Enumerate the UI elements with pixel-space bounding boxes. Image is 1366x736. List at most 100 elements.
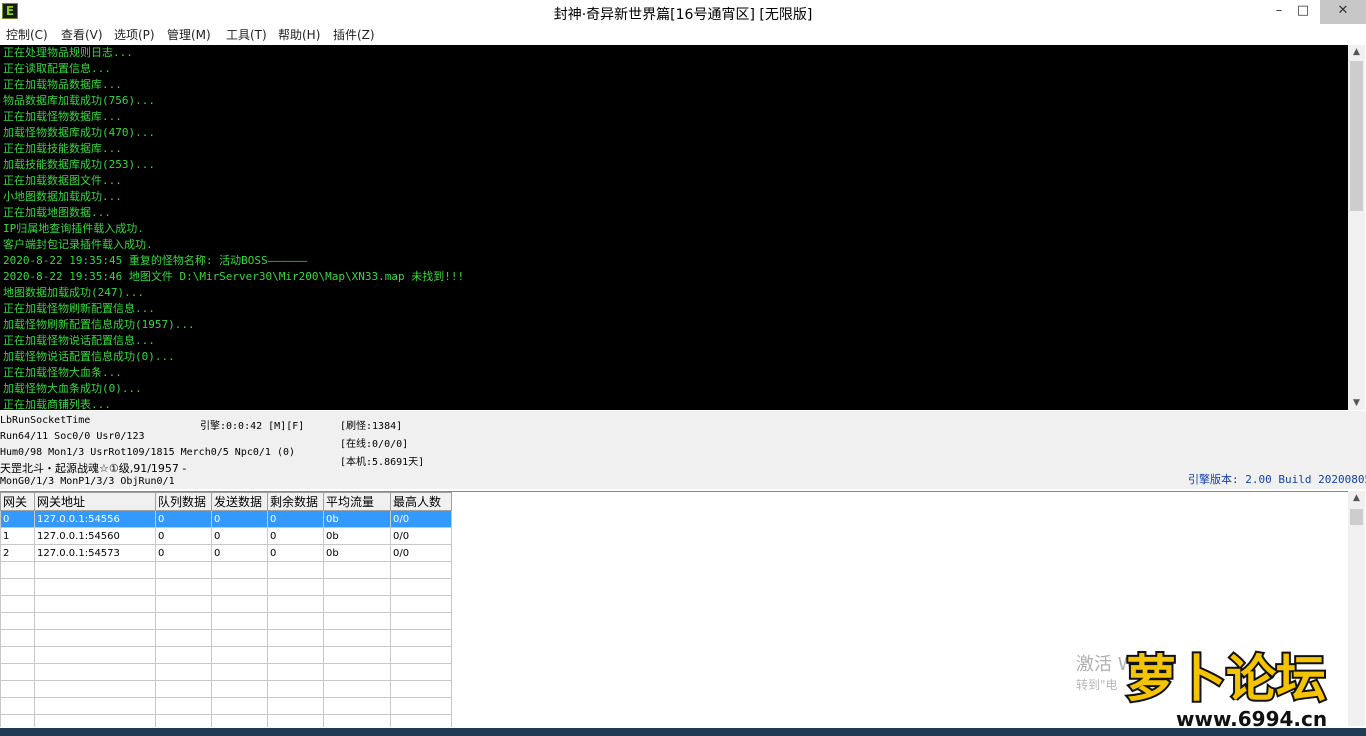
table-cell <box>323 595 391 613</box>
status-run: Run64/11 Soc0/0 Usr0/123 <box>0 431 145 442</box>
table-cell <box>0 578 35 596</box>
table-cell <box>323 612 391 630</box>
table-cell <box>267 595 324 613</box>
menu-options[interactable]: 选项(P) <box>114 26 155 43</box>
table-row[interactable] <box>0 561 452 579</box>
table-cell <box>34 561 156 579</box>
log-line: 地图数据加载成功(247)... <box>3 286 144 299</box>
log-line: 2020-8-22 19:35:46 地图文件 D:\MirServer30\M… <box>3 270 465 283</box>
table-cell <box>0 561 35 579</box>
status-mon: MonG0/1/3 MonP1/3/3 ObjRun0/1 <box>0 476 175 487</box>
table-row[interactable]: 0 127.0.0.1:54556 0 0 0 0b 0/0 <box>0 510 452 528</box>
table-row[interactable] <box>0 612 452 630</box>
menu-control[interactable]: 控制(C) <box>6 26 48 43</box>
menu-view[interactable]: 查看(V) <box>61 26 103 43</box>
log-line: 正在加载怪物刷新配置信息... <box>3 302 155 315</box>
taskbar <box>0 728 1366 736</box>
column-header[interactable]: 平均流量 <box>323 492 391 511</box>
table-cell <box>211 578 268 596</box>
table-cell <box>0 714 35 727</box>
close-button[interactable]: ✕ <box>1320 0 1366 24</box>
table-cell <box>267 646 324 664</box>
scroll-down-icon[interactable]: ▼ <box>1348 396 1365 410</box>
table-cell <box>323 561 391 579</box>
log-line: 加载技能数据库成功(253)... <box>3 158 155 171</box>
log-line: 正在加载怪物大血条... <box>3 366 122 379</box>
table-cell <box>211 680 268 698</box>
log-line: 正在加载地图数据... <box>3 206 111 219</box>
menu-plugins[interactable]: 插件(Z) <box>333 26 375 43</box>
table-cell <box>0 629 35 647</box>
menu-help[interactable]: 帮助(H) <box>278 26 320 43</box>
menu-manage[interactable]: 管理(M) <box>167 26 211 43</box>
table-cell <box>390 697 452 715</box>
table-cell <box>155 578 212 596</box>
table-cell <box>0 663 35 681</box>
table-cell: 0 <box>267 544 324 562</box>
table-cell <box>0 680 35 698</box>
table-cell <box>155 561 212 579</box>
log-line: 正在加载物品数据库... <box>3 78 122 91</box>
table-row[interactable] <box>0 629 452 647</box>
server-log[interactable]: 正在处理物品规则日志... 正在读取配置信息... 正在加载物品数据库... 物品数据… <box>0 45 1348 410</box>
logo-text: 萝卜论坛 <box>1126 650 1326 708</box>
log-line: 正在加载技能数据库... <box>3 142 122 155</box>
log-line: 正在加载数据图文件... <box>3 174 122 187</box>
table-cell <box>390 680 452 698</box>
log-scrollbar[interactable]: ▲ ▼ <box>1348 45 1365 410</box>
column-header[interactable]: 网关地址 <box>34 492 156 511</box>
table-cell: 0/0 <box>390 527 452 545</box>
table-cell <box>267 697 324 715</box>
log-line: 加载怪物大血条成功(0)... <box>3 382 142 395</box>
table-row[interactable] <box>0 714 452 727</box>
column-header[interactable]: 剩余数据 <box>267 492 324 511</box>
table-cell <box>155 680 212 698</box>
log-line: 正在加载怪物说话配置信息... <box>3 334 155 347</box>
grid-scroll-up-icon[interactable]: ▲ <box>1348 491 1365 505</box>
table-row[interactable] <box>0 578 452 596</box>
log-line: 加载怪物数据库成功(470)... <box>3 126 155 139</box>
table-cell: 0 <box>155 527 212 545</box>
log-line: 正在加载怪物数据库... <box>3 110 122 123</box>
table-cell <box>0 697 35 715</box>
window-title: 封神·奇异新世界篇[16号通宵区] [无限版] <box>553 7 813 23</box>
status-panel: LbRunSocketTime Run64/11 Soc0/0 Usr0/123… <box>0 411 1366 489</box>
table-cell: 0b <box>323 527 391 545</box>
status-socket-time: LbRunSocketTime <box>0 415 91 426</box>
table-cell: 127.0.0.1:54560 <box>34 527 156 545</box>
column-header[interactable]: 最高人数 <box>390 492 452 511</box>
column-header[interactable]: 网关 <box>0 492 35 511</box>
table-cell <box>323 646 391 664</box>
table-cell <box>34 663 156 681</box>
table-cell <box>390 714 452 727</box>
table-cell: 0b <box>323 510 391 528</box>
table-cell <box>323 714 391 727</box>
table-cell <box>211 561 268 579</box>
table-cell <box>267 629 324 647</box>
table-cell: 0 <box>267 510 324 528</box>
column-header[interactable]: 发送数据 <box>211 492 268 511</box>
table-row[interactable] <box>0 697 452 715</box>
activation-watermark-sub: 转到"电 <box>1076 678 1118 692</box>
log-scroll-thumb[interactable] <box>1350 61 1363 211</box>
table-cell: 127.0.0.1:54573 <box>34 544 156 562</box>
scroll-up-icon[interactable]: ▲ <box>1348 45 1365 59</box>
menu-tools[interactable]: 工具(T) <box>226 26 267 43</box>
table-cell <box>155 714 212 727</box>
log-line: 正在读取配置信息... <box>3 62 111 75</box>
table-cell <box>390 612 452 630</box>
table-cell <box>267 561 324 579</box>
table-cell <box>323 578 391 596</box>
table-row[interactable] <box>0 680 452 698</box>
table-cell <box>0 595 35 613</box>
table-row[interactable] <box>0 663 452 681</box>
table-row[interactable]: 2 127.0.0.1:54573 0 0 0 0b 0/0 <box>0 544 452 562</box>
table-cell <box>211 714 268 727</box>
table-cell: 127.0.0.1:54556 <box>34 510 156 528</box>
log-line: IP归属地查询插件载入成功. <box>3 222 144 235</box>
column-header[interactable]: 队列数据 <box>155 492 212 511</box>
table-row[interactable]: 1 127.0.0.1:54560 0 0 0 0b 0/0 <box>0 527 452 545</box>
grid-scroll-thumb[interactable] <box>1350 509 1363 525</box>
table-row[interactable] <box>0 646 452 664</box>
table-row[interactable] <box>0 595 452 613</box>
